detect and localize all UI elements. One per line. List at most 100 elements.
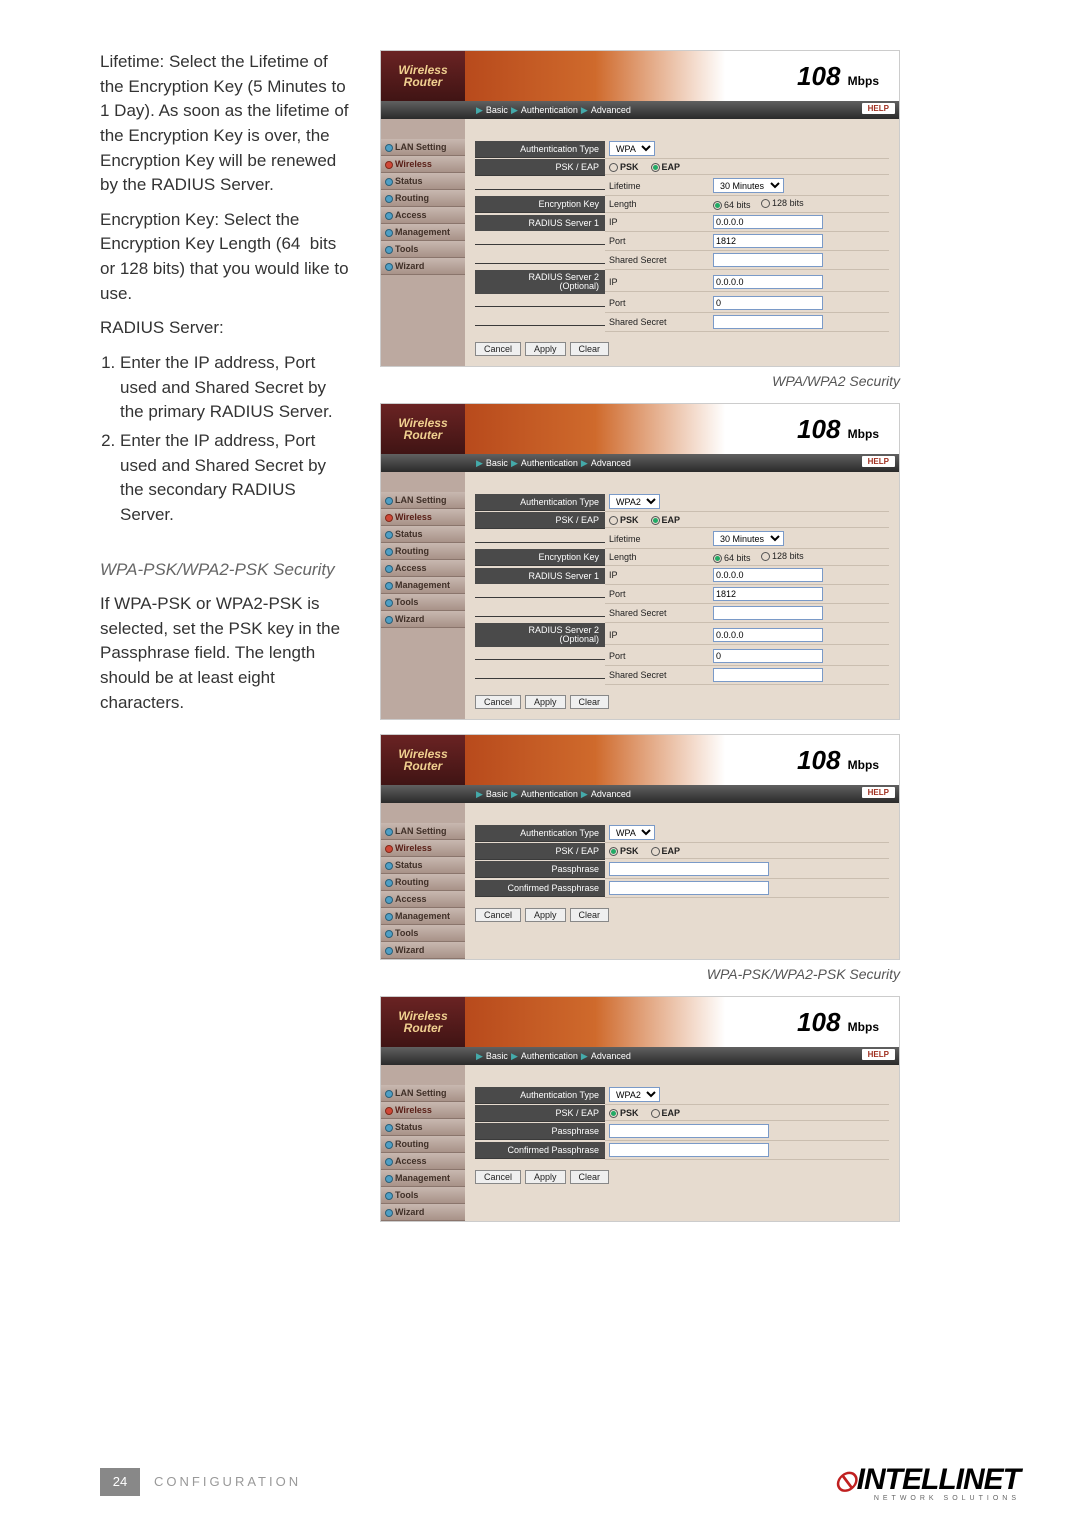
- apply-button[interactable]: Apply: [525, 908, 566, 922]
- sidebar-item-management[interactable]: Management: [381, 224, 465, 241]
- auth-type-select[interactable]: WPA: [609, 141, 655, 156]
- bits128-radio[interactable]: 128 bits: [761, 198, 804, 208]
- radius2-port-input[interactable]: [713, 649, 823, 663]
- sidebar-item-lan[interactable]: LAN Setting: [381, 1085, 465, 1102]
- banner: 108 Mbps: [465, 51, 899, 101]
- clear-button[interactable]: Clear: [570, 1170, 610, 1184]
- label-ip: IP: [609, 217, 709, 227]
- para-lifetime: Lifetime: Select the Lifetime of the Enc…: [100, 50, 350, 198]
- clear-button[interactable]: Clear: [570, 342, 610, 356]
- bits64-radio[interactable]: 64 bits: [713, 200, 751, 210]
- clear-button[interactable]: Clear: [570, 695, 610, 709]
- psk-radio[interactable]: PSK: [609, 1108, 639, 1118]
- apply-button[interactable]: Apply: [525, 1170, 566, 1184]
- sidebar-item-management[interactable]: Management: [381, 908, 465, 925]
- button-row: Cancel Apply Clear: [475, 342, 889, 356]
- radius2-secret-input[interactable]: [713, 315, 823, 329]
- sidebar-item-lan[interactable]: LAN Setting: [381, 823, 465, 840]
- confirmed-passphrase-input[interactable]: [609, 1143, 769, 1157]
- passphrase-input[interactable]: [609, 1124, 769, 1138]
- radius2-port-input[interactable]: [713, 296, 823, 310]
- sidebar-item-status[interactable]: Status: [381, 1119, 465, 1136]
- psk-radio[interactable]: PSK: [609, 162, 639, 172]
- auth-type-select[interactable]: WPA: [609, 825, 655, 840]
- lifetime-select[interactable]: 30 Minutes: [713, 178, 784, 193]
- bc-advanced[interactable]: Advanced: [591, 105, 631, 115]
- sidebar-item-wizard[interactable]: Wizard: [381, 258, 465, 275]
- help-button[interactable]: HELP: [862, 787, 895, 798]
- radius1-port-input[interactable]: [713, 587, 823, 601]
- main-panel: Authentication TypeWPA PSK / EAP PSK EAP…: [465, 119, 899, 366]
- sidebar-item-access[interactable]: Access: [381, 207, 465, 224]
- help-button[interactable]: HELP: [862, 1049, 895, 1060]
- para-enckey: Encryption Key: Select the Encryption Ke…: [100, 208, 350, 307]
- cancel-button[interactable]: Cancel: [475, 695, 521, 709]
- content: Lifetime: Select the Lifetime of the Enc…: [100, 50, 1020, 1228]
- help-button[interactable]: HELP: [862, 456, 895, 467]
- radius1-ip-input[interactable]: [713, 215, 823, 229]
- sidebar-item-wizard[interactable]: Wizard: [381, 1204, 465, 1221]
- sidebar-item-status[interactable]: Status: [381, 857, 465, 874]
- sidebar-item-wireless[interactable]: Wireless: [381, 156, 465, 173]
- apply-button[interactable]: Apply: [525, 695, 566, 709]
- radius2-ip-input[interactable]: [713, 628, 823, 642]
- radius2-ip-input[interactable]: [713, 275, 823, 289]
- radius1-secret-input[interactable]: [713, 606, 823, 620]
- breadcrumb: ▶Basic ▶Authentication ▶Advanced HELP: [381, 454, 899, 472]
- psk-radio[interactable]: PSK: [609, 846, 639, 856]
- cancel-button[interactable]: Cancel: [475, 908, 521, 922]
- psk-radio[interactable]: PSK: [609, 515, 639, 525]
- sidebar-item-tools[interactable]: Tools: [381, 594, 465, 611]
- sidebar-item-tools[interactable]: Tools: [381, 1187, 465, 1204]
- sidebar-item-access[interactable]: Access: [381, 891, 465, 908]
- eap-radio[interactable]: EAP: [651, 846, 681, 856]
- passphrase-input[interactable]: [609, 862, 769, 876]
- confirmed-passphrase-input[interactable]: [609, 881, 769, 895]
- cancel-button[interactable]: Cancel: [475, 1170, 521, 1184]
- sidebar-item-wizard[interactable]: Wizard: [381, 942, 465, 959]
- label-lifetime: Lifetime: [609, 181, 709, 191]
- eap-radio[interactable]: EAP: [651, 1108, 681, 1118]
- sidebar-item-wireless[interactable]: Wireless: [381, 840, 465, 857]
- lifetime-select[interactable]: 30 Minutes: [713, 531, 784, 546]
- help-button[interactable]: HELP: [862, 103, 895, 114]
- sidebar-item-access[interactable]: Access: [381, 1153, 465, 1170]
- label-enc-key: Encryption Key: [475, 196, 605, 213]
- bits128-radio[interactable]: 128 bits: [761, 551, 804, 561]
- sidebar-item-routing[interactable]: Routing: [381, 1136, 465, 1153]
- label-confirmed-passphrase: Confirmed Passphrase: [475, 880, 605, 897]
- radius1-ip-input[interactable]: [713, 568, 823, 582]
- eap-radio[interactable]: EAP: [651, 515, 681, 525]
- bits64-radio[interactable]: 64 bits: [713, 553, 751, 563]
- label-shared: Shared Secret: [609, 255, 709, 265]
- clear-button[interactable]: Clear: [570, 908, 610, 922]
- sidebar-item-routing[interactable]: Routing: [381, 190, 465, 207]
- sidebar-item-tools[interactable]: Tools: [381, 241, 465, 258]
- sidebar-item-management[interactable]: Management: [381, 577, 465, 594]
- sidebar-item-routing[interactable]: Routing: [381, 543, 465, 560]
- radius1-port-input[interactable]: [713, 234, 823, 248]
- sidebar-item-routing[interactable]: Routing: [381, 874, 465, 891]
- sidebar-item-lan[interactable]: LAN Setting: [381, 139, 465, 156]
- bc-basic[interactable]: Basic: [486, 105, 508, 115]
- bc-authentication[interactable]: Authentication: [521, 105, 578, 115]
- sidebar-item-access[interactable]: Access: [381, 560, 465, 577]
- eap-radio[interactable]: EAP: [651, 162, 681, 172]
- sidebar-item-status[interactable]: Status: [381, 526, 465, 543]
- apply-button[interactable]: Apply: [525, 342, 566, 356]
- sidebar-item-lan[interactable]: LAN Setting: [381, 492, 465, 509]
- footer-section-title: CONFIGURATION: [154, 1474, 301, 1489]
- sidebar-item-wizard[interactable]: Wizard: [381, 611, 465, 628]
- cancel-button[interactable]: Cancel: [475, 342, 521, 356]
- auth-type-select[interactable]: WPA2: [609, 1087, 660, 1102]
- arrow-icon: ▶: [581, 105, 588, 116]
- sidebar-item-wireless[interactable]: Wireless: [381, 1102, 465, 1119]
- radius2-secret-input[interactable]: [713, 668, 823, 682]
- check-icon: ⦸: [835, 1461, 855, 1499]
- sidebar-item-status[interactable]: Status: [381, 173, 465, 190]
- sidebar-item-wireless[interactable]: Wireless: [381, 509, 465, 526]
- sidebar-item-management[interactable]: Management: [381, 1170, 465, 1187]
- sidebar-item-tools[interactable]: Tools: [381, 925, 465, 942]
- auth-type-select[interactable]: WPA2: [609, 494, 660, 509]
- radius1-secret-input[interactable]: [713, 253, 823, 267]
